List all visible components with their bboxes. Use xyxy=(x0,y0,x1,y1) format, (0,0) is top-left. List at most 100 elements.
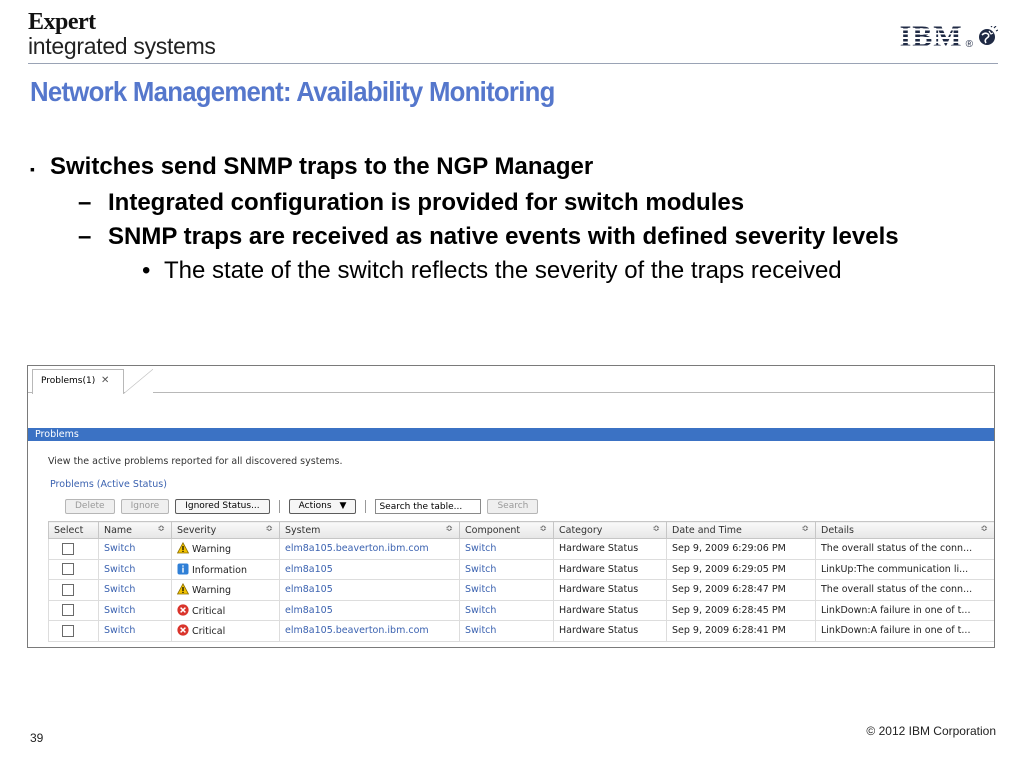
dash-bullet-icon: – xyxy=(78,223,92,250)
ibm-logo: IBM ® xyxy=(900,22,998,52)
system-link[interactable]: elm8a105 xyxy=(279,579,460,601)
dot-bullet-icon: • xyxy=(142,257,151,284)
select-cell xyxy=(48,620,99,642)
critical-icon xyxy=(177,604,189,616)
brand-logo: Expert integrated systems xyxy=(28,10,216,58)
column-header-component[interactable]: Component ≎ xyxy=(459,521,554,539)
table-row[interactable]: Switch Critical elm8a105.beaverton.ibm.com… xyxy=(48,620,994,642)
system-link[interactable]: elm8a105.beaverton.ibm.com xyxy=(279,538,460,560)
information-icon xyxy=(177,563,189,575)
row-checkbox[interactable] xyxy=(62,624,74,637)
table-row[interactable]: Switch Warning elm8a105.beaverton.ibm.com S… xyxy=(48,538,994,560)
bullet-text: SNMP traps are received as native events… xyxy=(108,223,899,250)
severity-label: Warning xyxy=(192,544,232,556)
ibm-wordmark: IBM xyxy=(899,20,963,53)
sort-icon[interactable]: ≎ xyxy=(539,524,547,534)
sort-icon[interactable]: ≎ xyxy=(445,524,453,534)
table-row[interactable]: Switch Information elm8a105 Switch Hardware … xyxy=(48,558,994,580)
name-link[interactable]: Switch xyxy=(98,558,172,580)
severity-cell: Critical xyxy=(171,620,280,642)
component-link[interactable]: Switch xyxy=(459,538,554,560)
sort-icon[interactable]: ≎ xyxy=(980,524,988,534)
system-link[interactable]: elm8a105 xyxy=(279,599,460,621)
sort-icon[interactable]: ≎ xyxy=(652,524,660,534)
tab-problems[interactable]: Problems(1) ✕ xyxy=(32,369,124,394)
column-label: Severity xyxy=(177,524,217,536)
date-time-cell: Sep 9, 2009 6:29:05 PM xyxy=(666,558,816,580)
table-row[interactable]: Switch Critical elm8a105 Switch Hardware Sta… xyxy=(48,599,994,621)
category-cell: Hardware Status xyxy=(553,538,667,560)
system-link[interactable]: elm8a105 xyxy=(279,558,460,580)
column-header-details[interactable]: Details ≎ xyxy=(815,521,994,539)
component-link[interactable]: Switch xyxy=(459,579,554,601)
category-cell: Hardware Status xyxy=(553,558,667,580)
name-link[interactable]: Switch xyxy=(98,538,172,560)
row-checkbox[interactable] xyxy=(62,563,74,576)
column-header-severity[interactable]: Severity ≎ xyxy=(171,521,280,539)
copyright: © 2012 IBM Corporation xyxy=(866,724,996,738)
table-header-row: Select Name ≎ Severity ≎ System ≎ Component… xyxy=(48,521,994,539)
sort-icon[interactable]: ≎ xyxy=(801,524,809,534)
bullet-list: ▪ Switches send SNMP traps to the NGP Ma… xyxy=(30,150,990,288)
column-label: Select xyxy=(54,524,84,536)
bullet-level3: • The state of the switch reflects the s… xyxy=(30,254,990,288)
column-header-date-time[interactable]: Date and Time ≎ xyxy=(666,521,816,539)
table-toolbar: Delete Ignore Ignored Status... Actions ▼… xyxy=(65,498,539,515)
name-link[interactable]: Switch xyxy=(98,599,172,621)
dash-bullet-icon: – xyxy=(78,189,92,216)
row-checkbox[interactable] xyxy=(62,583,74,596)
name-link[interactable]: Switch xyxy=(98,579,172,601)
category-cell: Hardware Status xyxy=(553,620,667,642)
warning-icon xyxy=(177,583,189,595)
date-time-cell: Sep 9, 2009 6:28:45 PM xyxy=(666,599,816,621)
brand-line-integrated-systems: integrated systems xyxy=(28,33,216,59)
bullet-level1: ▪ Switches send SNMP traps to the NGP Ma… xyxy=(30,150,990,186)
sort-icon[interactable]: ≎ xyxy=(157,524,165,534)
system-link[interactable]: elm8a105.beaverton.ibm.com xyxy=(279,620,460,642)
ignored-status-button[interactable]: Ignored Status... xyxy=(175,499,270,514)
name-link[interactable]: Switch xyxy=(98,620,172,642)
column-header-category[interactable]: Category ≎ xyxy=(553,521,667,539)
actions-label: Actions xyxy=(298,501,332,511)
search-button[interactable]: Search xyxy=(487,499,539,514)
row-checkbox[interactable] xyxy=(62,542,74,555)
toolbar-separator xyxy=(365,500,367,513)
severity-label: Critical xyxy=(192,605,226,617)
component-link[interactable]: Switch xyxy=(459,599,554,621)
severity-cell: Information xyxy=(171,558,280,580)
select-cell xyxy=(48,599,99,621)
sort-icon[interactable]: ≎ xyxy=(265,524,273,534)
close-icon[interactable]: ✕ xyxy=(101,375,109,386)
page-description: View the active problems reported for al… xyxy=(48,456,343,467)
critical-icon xyxy=(177,624,189,636)
slide-number: 39 xyxy=(30,731,44,745)
bullet-level2: – Integrated configuration is provided f… xyxy=(30,186,990,220)
component-link[interactable]: Switch xyxy=(459,620,554,642)
component-link[interactable]: Switch xyxy=(459,558,554,580)
actions-dropdown[interactable]: Actions ▼ xyxy=(288,499,357,514)
select-cell xyxy=(48,538,99,560)
row-checkbox[interactable] xyxy=(62,604,74,617)
table-row[interactable]: Switch Warning elm8a105 Switch Hardware Stat… xyxy=(48,579,994,601)
slide-title: Network Management: Availability Monitor… xyxy=(30,76,555,107)
severity-label: Information xyxy=(192,564,247,576)
details-cell: The overall status of the conn... xyxy=(815,579,994,601)
problems-screenshot: Problems(1) ✕ Problems View the active p… xyxy=(27,365,995,648)
date-time-cell: Sep 9, 2009 6:28:41 PM xyxy=(666,620,816,642)
tab-bar: Problems(1) ✕ xyxy=(28,366,994,394)
column-header-name[interactable]: Name ≎ xyxy=(98,521,172,539)
bullet-level2: – SNMP traps are received as native even… xyxy=(30,220,990,254)
column-label: Date and Time xyxy=(672,524,742,536)
table-search-input[interactable] xyxy=(375,499,482,514)
column-label: Category xyxy=(559,524,603,536)
column-header-select[interactable]: Select xyxy=(48,521,99,539)
ignore-button[interactable]: Ignore xyxy=(120,499,170,514)
problems-table: Select Name ≎ Severity ≎ System ≎ Component… xyxy=(48,521,994,642)
select-cell xyxy=(48,579,99,601)
column-header-system[interactable]: System ≎ xyxy=(279,521,460,539)
globe-icon xyxy=(979,26,998,45)
column-label: System xyxy=(285,524,321,536)
severity-label: Warning xyxy=(192,585,232,597)
delete-button[interactable]: Delete xyxy=(65,499,115,514)
severity-cell: Warning xyxy=(171,538,280,560)
